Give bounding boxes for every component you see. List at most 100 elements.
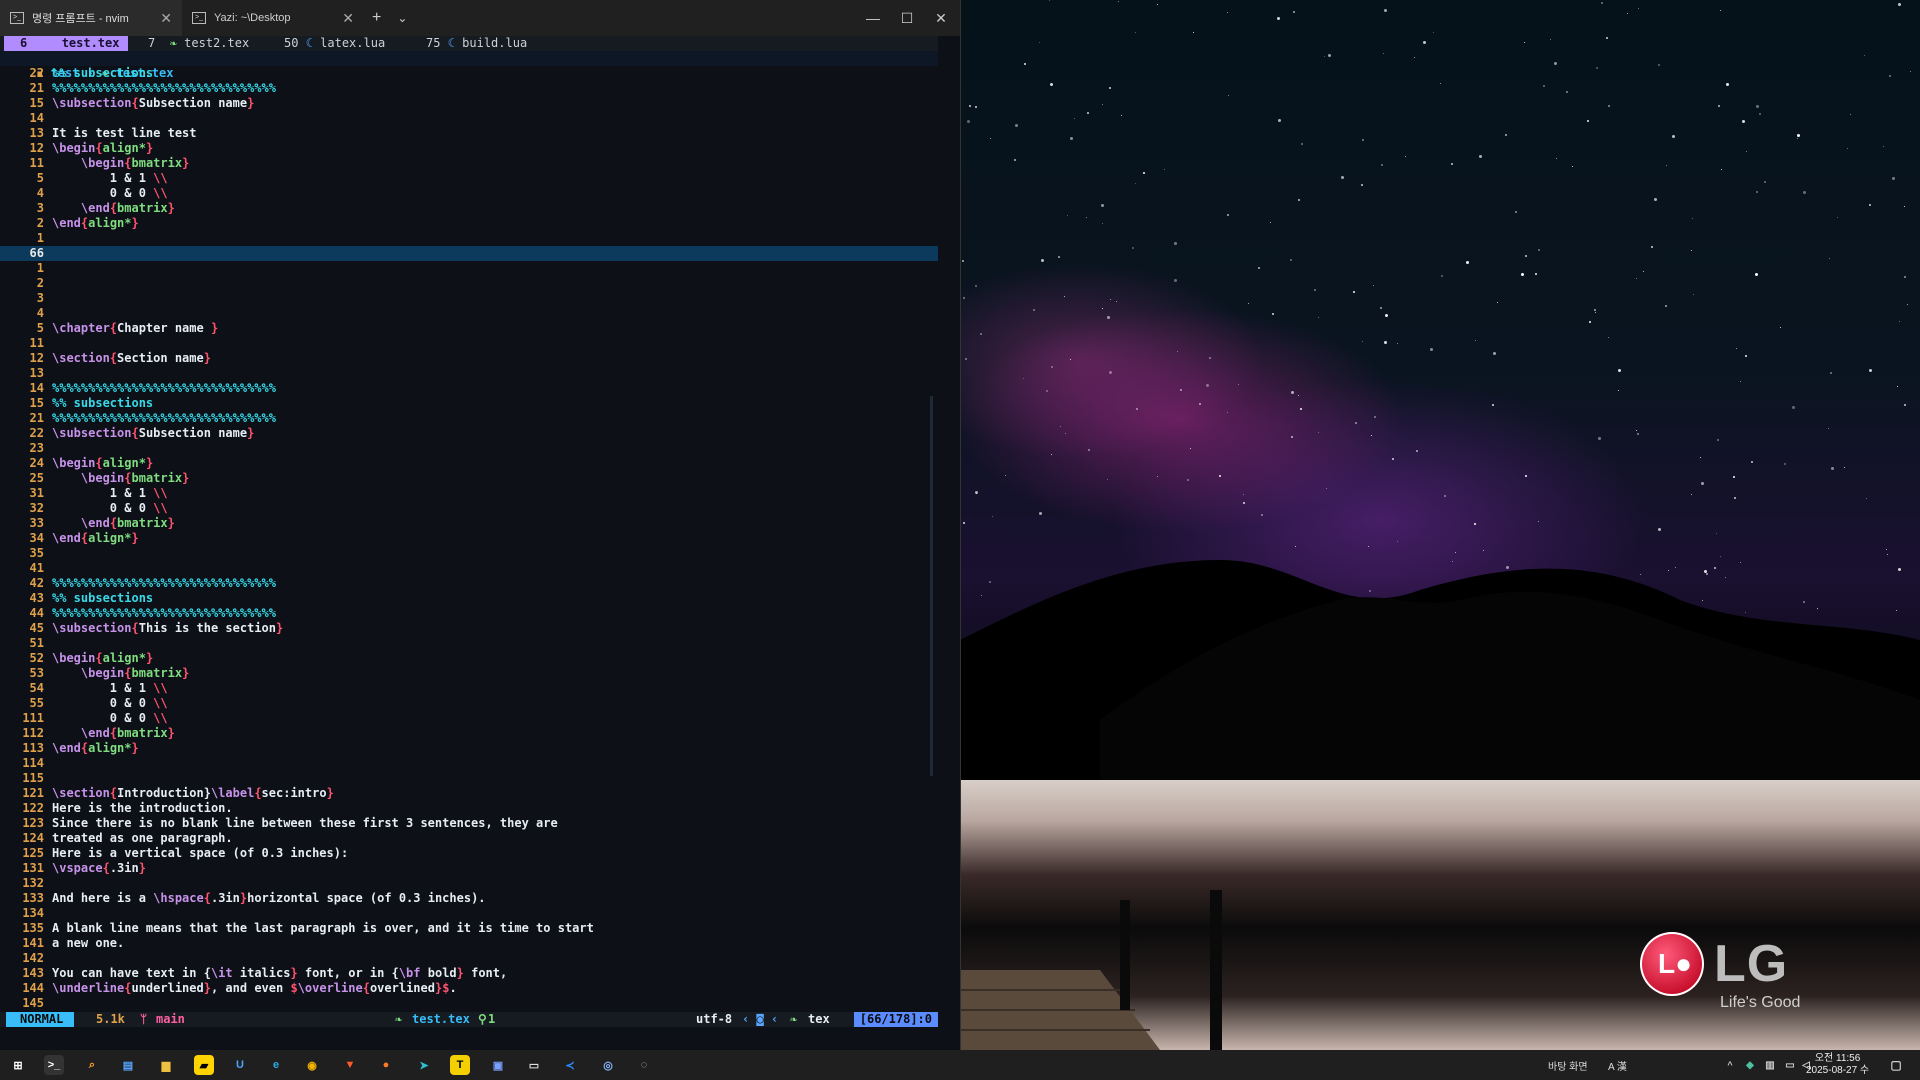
code-line[interactable]: 144 \underline{underlined}, and even $\ov… — [0, 981, 938, 996]
brave-browser-icon[interactable]: ▼ — [340, 1055, 360, 1075]
code-line[interactable]: 14 — [0, 111, 938, 126]
u-app-icon[interactable]: U — [230, 1055, 250, 1075]
new-tab-button[interactable]: + — [364, 9, 389, 27]
code-line[interactable]: 123 Since there is no blank line between … — [0, 816, 938, 831]
code-line[interactable]: 121 \section{Introduction}\label{sec:intr… — [0, 786, 938, 801]
code-line[interactable]: 34 \end{align*} — [0, 531, 938, 546]
chat-app-icon[interactable]: T — [450, 1055, 470, 1075]
code-line[interactable]: 141 a new one. — [0, 936, 938, 951]
code-line[interactable]: 115 — [0, 771, 938, 786]
remote-desktop-icon[interactable]: ▣ — [488, 1055, 508, 1075]
code-line[interactable]: 52 \begin{align*} — [0, 651, 938, 666]
code-line[interactable]: 134 — [0, 906, 938, 921]
code-line[interactable]: 13 It is test line test — [0, 126, 938, 141]
close-icon[interactable]: ✕ — [160, 10, 172, 27]
code-line[interactable]: 54 1 & 1 \\ — [0, 681, 938, 696]
code-line[interactable]: 21%%%%%%%%%%%%%%%%%%%%%%%%%%%%%%% — [0, 81, 938, 96]
code-line[interactable]: 51 — [0, 636, 938, 651]
tray-app-icon[interactable]: ◆ — [1740, 1055, 1760, 1075]
code-line[interactable]: 43 %% subsections — [0, 591, 938, 606]
close-icon[interactable]: ✕ — [342, 10, 354, 27]
scrollbar-thumb[interactable] — [930, 396, 933, 776]
code-line[interactable]: 5 \chapter{Chapter name } — [0, 321, 938, 336]
current-line[interactable]: 66 — [0, 246, 938, 261]
code-line[interactable]: 142 — [0, 951, 938, 966]
chrome-browser-icon[interactable]: ◉ — [302, 1055, 322, 1075]
search-icon[interactable]: ⌕ — [82, 1055, 102, 1075]
code-line[interactable]: 113 \end{align*} — [0, 741, 938, 756]
code-line[interactable]: 32 0 & 0 \\ — [0, 501, 938, 516]
code-line[interactable]: 145 — [0, 996, 938, 1011]
store-icon[interactable]: ▭ — [524, 1055, 544, 1075]
code-line[interactable]: 42%%%%%%%%%%%%%%%%%%%%%%%%%%%%%%% — [0, 576, 938, 591]
code-line[interactable]: 111 0 & 0 \\ — [0, 711, 938, 726]
close-window-button[interactable]: ✕ — [924, 0, 958, 36]
code-line[interactable]: 3 \end{bmatrix} — [0, 201, 938, 216]
code-line[interactable]: 125 Here is a vertical space (of 0.3 inch… — [0, 846, 938, 861]
files-icon[interactable]: ▤ — [118, 1055, 138, 1075]
code-line[interactable]: 13 — [0, 366, 938, 381]
firefox-browser-icon[interactable]: ● — [376, 1055, 396, 1075]
code-line[interactable]: 33 \end{bmatrix} — [0, 516, 938, 531]
notes-app-icon[interactable]: ▰ — [194, 1055, 214, 1075]
vscode-icon[interactable]: ≺ — [560, 1055, 580, 1075]
code-line[interactable]: 3 — [0, 291, 938, 306]
code-line[interactable]: 1 — [0, 231, 938, 246]
code-line[interactable]: 44%%%%%%%%%%%%%%%%%%%%%%%%%%%%%%% — [0, 606, 938, 621]
windows-start-icon[interactable]: ⊞ — [8, 1055, 28, 1075]
edge-browser-icon[interactable]: e — [266, 1055, 286, 1075]
buffer-tab[interactable]: 75 ☾ build.lua — [426, 36, 527, 51]
code-line[interactable]: 11 — [0, 336, 938, 351]
code-line[interactable]: 35 — [0, 546, 938, 561]
tab-command-prompt-nvim[interactable]: >_ 명령 프롬프트 - nvim ✕ — [0, 0, 182, 36]
code-line[interactable]: 133 And here is a \hspace{.3in}horizontal… — [0, 891, 938, 906]
file-explorer-icon[interactable]: ▆ — [156, 1055, 176, 1075]
code-line[interactable]: 12 \section{Section name} — [0, 351, 938, 366]
bird-app-icon[interactable]: ➤ — [414, 1055, 434, 1075]
maximize-button[interactable]: ☐ — [890, 0, 924, 36]
code-line[interactable]: 4 0 & 0 \\ — [0, 186, 938, 201]
code-line[interactable]: 45 \subsection{This is the section} — [0, 621, 938, 636]
code-line[interactable]: 15 %% subsections — [0, 396, 938, 411]
code-line[interactable]: 114 — [0, 756, 938, 771]
buffer-tab[interactable]: 7 ❧ test2.tex — [148, 36, 249, 51]
code-line[interactable]: 21%%%%%%%%%%%%%%%%%%%%%%%%%%%%%%% — [0, 411, 938, 426]
code-line[interactable]: 22 %% subsections — [0, 66, 938, 81]
buffer-tab-active[interactable]: 6 test.tex — [4, 36, 128, 51]
code-line[interactable]: 22 \subsection{Subsection name} — [0, 426, 938, 441]
code-line[interactable]: 15 \subsection{Subsection name} — [0, 96, 938, 111]
code-line[interactable]: 25 \begin{bmatrix} — [0, 471, 938, 486]
tab-dropdown-button[interactable]: ⌄ — [389, 11, 415, 25]
terminal-icon[interactable]: >_ — [44, 1055, 64, 1075]
code-line[interactable]: 1 — [0, 261, 938, 276]
buffer-tab[interactable]: 50 ☾ latex.lua — [284, 36, 385, 51]
code-line[interactable]: 23 — [0, 441, 938, 456]
code-line[interactable]: 4 — [0, 306, 938, 321]
notification-icon[interactable]: ▢ — [1886, 1055, 1906, 1075]
code-line[interactable]: 132 — [0, 876, 938, 891]
code-line[interactable]: 112 \end{bmatrix} — [0, 726, 938, 741]
network-app-icon[interactable]: ◎ — [598, 1055, 618, 1075]
code-line[interactable]: 5 1 & 1 \\ — [0, 171, 938, 186]
code-line[interactable]: 124 treated as one paragraph. — [0, 831, 938, 846]
code-line[interactable]: 31 1 & 1 \\ — [0, 486, 938, 501]
tray-chevron-icon[interactable]: ^ — [1720, 1055, 1740, 1075]
tray-desktop-label[interactable]: 바탕 화면 — [1548, 1058, 1588, 1073]
code-line[interactable]: 11 \begin{bmatrix} — [0, 156, 938, 171]
scrollbar[interactable] — [930, 66, 936, 1021]
obs-icon[interactable]: ◌ — [634, 1055, 654, 1075]
code-line[interactable]: 122 Here is the introduction. — [0, 801, 938, 816]
code-line[interactable]: 2 \end{align*} — [0, 216, 938, 231]
code-line[interactable]: 41 — [0, 561, 938, 576]
code-line[interactable]: 135 A blank line means that the last para… — [0, 921, 938, 936]
code-line[interactable]: 131 \vspace{.3in} — [0, 861, 938, 876]
clock[interactable]: 오전 11:56 2025-08-27 수 — [1806, 1053, 1869, 1077]
code-line[interactable]: 143 You can have text in {\it italics} fo… — [0, 966, 938, 981]
tab-yazi-desktop[interactable]: >_ Yazi: ~\Desktop ✕ — [182, 0, 364, 36]
code-line[interactable]: 24 \begin{align*} — [0, 456, 938, 471]
code-line[interactable]: 12 \begin{align*} — [0, 141, 938, 156]
code-line[interactable]: 53 \begin{bmatrix} — [0, 666, 938, 681]
network-icon[interactable]: ▥ — [1760, 1055, 1780, 1075]
minimize-button[interactable]: — — [856, 0, 890, 36]
ime-indicator[interactable]: A 漢 — [1608, 1058, 1627, 1073]
